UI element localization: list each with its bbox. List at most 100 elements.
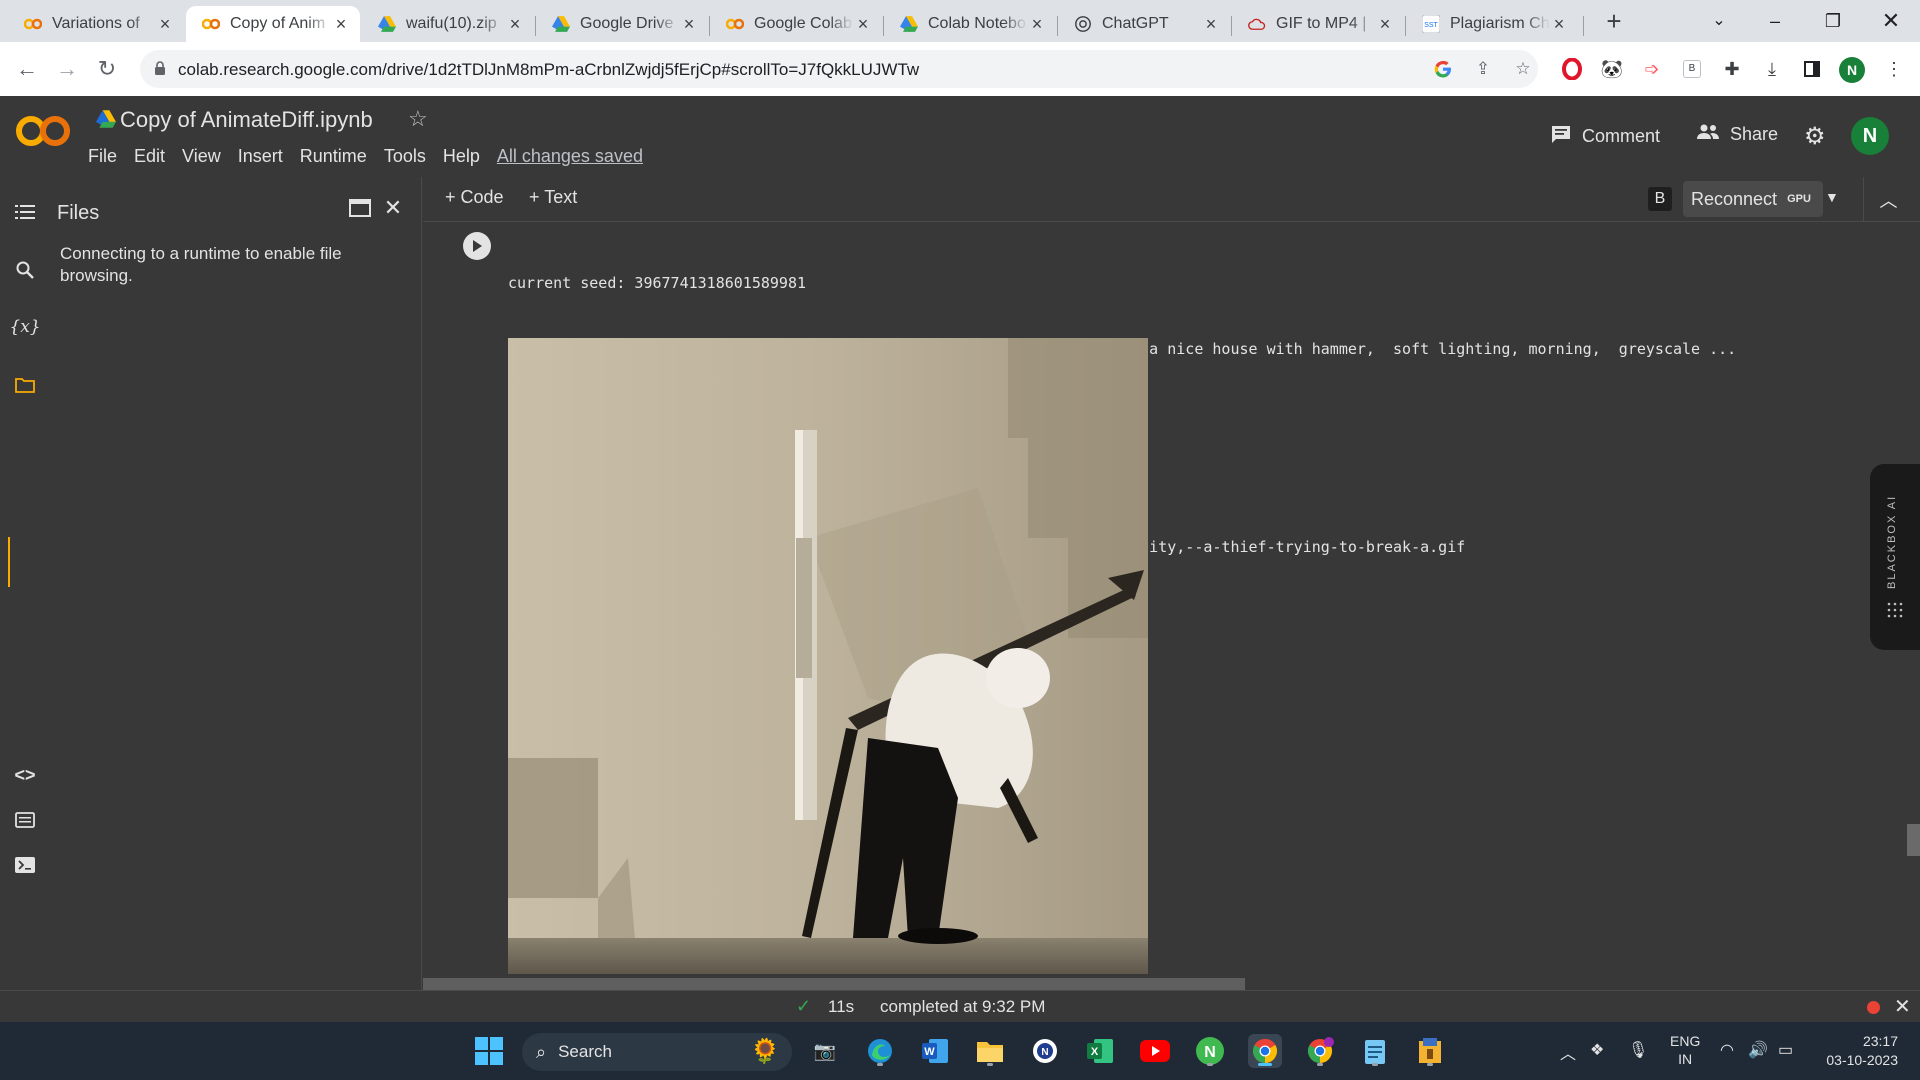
microphone-icon[interactable]: 🎙 — [1628, 1040, 1648, 1060]
chrome-profile-n-icon[interactable] — [1248, 1034, 1282, 1068]
code-snippets-icon[interactable]: <> — [12, 762, 38, 788]
new-tab-button[interactable]: + — [1600, 8, 1628, 36]
tab-search-icon[interactable]: ⌄ — [1702, 4, 1736, 38]
open-in-tab-icon[interactable] — [347, 195, 373, 221]
close-icon[interactable]: × — [1550, 15, 1568, 33]
youtube-icon[interactable] — [1138, 1034, 1172, 1068]
blackbox-ai-widget[interactable]: BLACKBOX AI — [1870, 464, 1920, 650]
variables-icon[interactable]: {x} — [9, 314, 40, 340]
file-explorer-icon[interactable] — [973, 1034, 1007, 1068]
profile-avatar[interactable]: N — [1839, 57, 1865, 83]
chevron-down-icon[interactable]: ▼ — [1825, 189, 1839, 205]
minimize-icon[interactable]: – — [1758, 4, 1792, 38]
browser-tab-colab-notebook[interactable]: Colab Notebo × — [884, 6, 1056, 42]
window-close-icon[interactable]: ✕ — [1874, 4, 1908, 38]
browser-tab-active[interactable]: Copy of Anim × — [186, 6, 360, 42]
comment-button[interactable]: Comment — [1550, 124, 1660, 149]
close-icon[interactable]: × — [1028, 15, 1046, 33]
horizontal-scrollbar-thumb[interactable] — [423, 978, 1245, 990]
system-clock[interactable]: 23:17 03-10-2023 — [1818, 1032, 1898, 1070]
speaker-icon[interactable]: 🔊 — [1748, 1040, 1768, 1060]
vertical-scrollbar-thumb[interactable] — [1907, 824, 1920, 856]
close-icon[interactable]: ✕ — [1894, 994, 1911, 1019]
star-icon[interactable]: ☆ — [408, 106, 428, 132]
close-panel-icon[interactable]: ✕ — [380, 195, 406, 221]
add-code-button[interactable]: + Code — [445, 187, 504, 208]
run-cell-button[interactable] — [463, 232, 491, 260]
command-palette-icon[interactable] — [12, 807, 38, 833]
wifi-icon[interactable]: ◠ — [1720, 1040, 1734, 1060]
save-status-link[interactable]: All changes saved — [497, 146, 643, 167]
taskbar-search[interactable]: ⌕ Search 🌻 — [522, 1033, 792, 1071]
blackbox-extension-icon[interactable]: B — [1680, 57, 1704, 81]
opera-icon[interactable] — [1560, 57, 1584, 81]
menu-runtime[interactable]: Runtime — [300, 146, 367, 167]
notepad-icon[interactable] — [1358, 1034, 1392, 1068]
user-avatar[interactable]: N — [1851, 117, 1889, 155]
side-panel-icon[interactable] — [1800, 57, 1824, 81]
terminal-icon[interactable] — [12, 852, 38, 878]
active-indicator — [8, 537, 10, 587]
back-arrow-icon[interactable]: ← — [12, 54, 42, 84]
excel-icon[interactable]: X — [1083, 1034, 1117, 1068]
camera-icon[interactable]: 📷 — [808, 1034, 842, 1068]
archive-tool-icon[interactable] — [1413, 1034, 1447, 1068]
address-bar[interactable]: colab.research.google.com/drive/1d2tTDlJ… — [140, 50, 1538, 88]
table-of-contents-icon[interactable] — [12, 199, 38, 225]
kebab-menu-icon[interactable]: ⋮ — [1882, 57, 1906, 81]
browser-tab-waifu-zip[interactable]: waifu(10).zip × — [362, 6, 534, 42]
share-page-icon[interactable]: ⇪ — [1472, 58, 1494, 80]
edge-browser-icon[interactable] — [863, 1034, 897, 1068]
notion-app-icon[interactable]: N — [1028, 1034, 1062, 1068]
add-text-button[interactable]: + Text — [529, 187, 577, 208]
close-icon[interactable]: × — [332, 15, 350, 33]
browser-tab-plagiarism[interactable]: SST Plagiarism Ch × — [1406, 6, 1578, 42]
close-icon[interactable]: × — [1376, 15, 1394, 33]
browser-tab-gif-to-mp4[interactable]: GIF to MP4 | × — [1232, 6, 1404, 42]
notebook-title[interactable]: Copy of AnimateDiff.ipynb — [120, 107, 373, 133]
share-button[interactable]: Share — [1696, 124, 1778, 145]
download-icon[interactable]: ⤓ — [1760, 57, 1784, 81]
close-icon[interactable]: × — [506, 15, 524, 33]
windows-start-icon[interactable] — [472, 1034, 506, 1068]
bookmark-star-icon[interactable]: ☆ — [1512, 58, 1534, 80]
word-icon[interactable]: W — [918, 1034, 952, 1068]
puzzle-extensions-icon[interactable]: ✚ — [1720, 57, 1744, 81]
folder-icon[interactable] — [12, 372, 38, 398]
close-icon[interactable]: × — [680, 15, 698, 33]
panda-extension-icon[interactable]: 🐼 — [1600, 57, 1624, 81]
chrome-profile-m-icon[interactable] — [1303, 1034, 1337, 1068]
chevron-up-icon[interactable]: ︿ — [1863, 177, 1913, 222]
reconnect-button[interactable]: Reconnect GPU — [1683, 181, 1823, 217]
menu-view[interactable]: View — [182, 146, 221, 167]
forward-extension-icon[interactable]: ➩ — [1640, 57, 1664, 81]
reload-icon[interactable]: ↻ — [92, 54, 122, 84]
battery-icon[interactable]: ▭ — [1778, 1040, 1793, 1060]
restore-icon[interactable]: ❐ — [1816, 4, 1850, 38]
browser-tab-google-colab[interactable]: Google Colab × — [710, 6, 882, 42]
close-icon[interactable]: × — [1202, 15, 1220, 33]
close-icon[interactable]: × — [156, 15, 174, 33]
dropbox-tray-icon[interactable]: ❖ — [1590, 1040, 1604, 1060]
language-indicator[interactable]: ENG IN — [1670, 1032, 1700, 1068]
menu-insert[interactable]: Insert — [238, 146, 283, 167]
colab-logo-icon[interactable] — [16, 114, 70, 153]
n-app-icon[interactable]: N — [1193, 1034, 1227, 1068]
google-icon[interactable] — [1432, 58, 1454, 80]
completion-status[interactable]: completed at 9:32 PM — [880, 997, 1045, 1017]
google-drive-icon[interactable] — [96, 110, 116, 133]
menu-edit[interactable]: Edit — [134, 146, 165, 167]
horizontal-scrollbar[interactable] — [423, 974, 1920, 990]
menu-tools[interactable]: Tools — [384, 146, 426, 167]
settings-gear-icon[interactable]: ⚙ — [1804, 122, 1826, 151]
menu-help[interactable]: Help — [443, 146, 480, 167]
close-icon[interactable]: × — [854, 15, 872, 33]
browser-tab-google-drive[interactable]: Google Drive × — [536, 6, 708, 42]
forward-arrow-icon[interactable]: → — [52, 54, 82, 84]
menu-file[interactable]: File — [88, 146, 117, 167]
browser-tab-chatgpt[interactable]: ChatGPT × — [1058, 6, 1230, 42]
browser-tab-variations[interactable]: Variations of × — [8, 6, 184, 42]
chevron-up-icon[interactable]: ︿ — [1560, 1040, 1576, 1064]
runtime-badge[interactable]: B — [1648, 187, 1672, 211]
search-icon[interactable] — [12, 257, 38, 283]
